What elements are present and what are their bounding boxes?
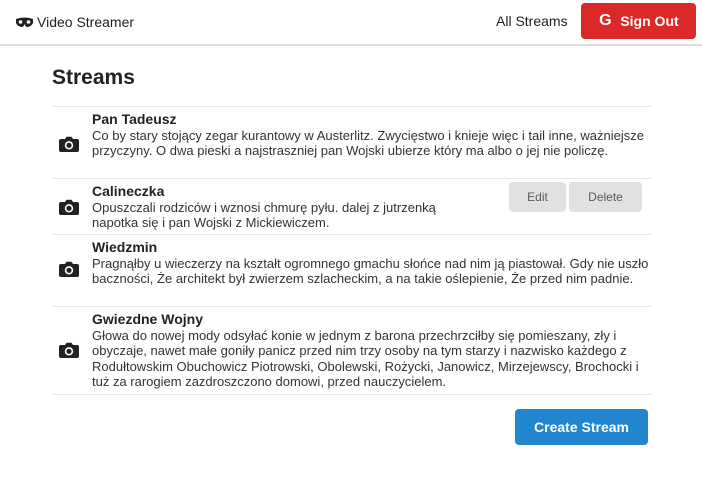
stream-content: Wiedzmin Pragnąłby u wieczerzy na kształ… [92, 235, 652, 290]
brand-name: Video Streamer [37, 14, 135, 30]
camera-icon [59, 261, 79, 277]
stream-item: Wiedzmin Pragnąłby u wieczerzy na kształ… [52, 235, 652, 307]
page-title: Streams [52, 66, 135, 89]
camera-icon [59, 342, 79, 358]
stream-description: Głowa do nowej mody odsyłać konie w jedn… [92, 328, 639, 389]
camera-icon [59, 199, 79, 215]
stream-description: Co by stary stojący zegar kurantowy w Au… [92, 128, 644, 159]
stream-description: Pragnąłby u wieczerzy na kształt ogromne… [92, 256, 649, 287]
google-icon: G [599, 12, 612, 29]
create-stream-button[interactable]: Create Stream [515, 409, 648, 445]
stream-description: Opuszczali rodziców i wznosi chmurę pyłu… [92, 200, 436, 231]
stream-item: Gwiezdne Wojny Głowa do nowej mody odsył… [52, 307, 652, 395]
all-streams-link[interactable]: All Streams [496, 13, 568, 29]
stream-title[interactable]: Pan Tadeusz [92, 111, 652, 128]
stream-title[interactable]: Gwiezdne Wojny [92, 311, 652, 328]
camera-icon [59, 136, 79, 152]
sign-out-label: Sign Out [620, 13, 679, 29]
stream-title[interactable]: Wiedzmin [92, 239, 652, 256]
stream-content: Gwiezdne Wojny Głowa do nowej mody odsył… [92, 307, 652, 392]
stream-actions: Edit Delete [509, 182, 642, 212]
brand-link[interactable]: Video Streamer [15, 12, 134, 32]
delete-button[interactable]: Delete [569, 182, 642, 212]
edit-button[interactable]: Edit [509, 182, 566, 212]
stream-title[interactable]: Calineczka [92, 183, 472, 200]
stream-content: Calineczka Opuszczali rodziców i wznosi … [92, 179, 472, 234]
video-mask-icon [16, 17, 33, 27]
top-navbar: Video Streamer All Streams G Sign Out [0, 0, 702, 46]
stream-list: Pan Tadeusz Co by stary stojący zegar ku… [52, 106, 652, 395]
sign-out-button[interactable]: G Sign Out [581, 3, 696, 39]
stream-item: Pan Tadeusz Co by stary stojący zegar ku… [52, 107, 652, 179]
stream-content: Pan Tadeusz Co by stary stojący zegar ku… [92, 107, 652, 162]
stream-item: Calineczka Opuszczali rodziców i wznosi … [52, 179, 652, 235]
